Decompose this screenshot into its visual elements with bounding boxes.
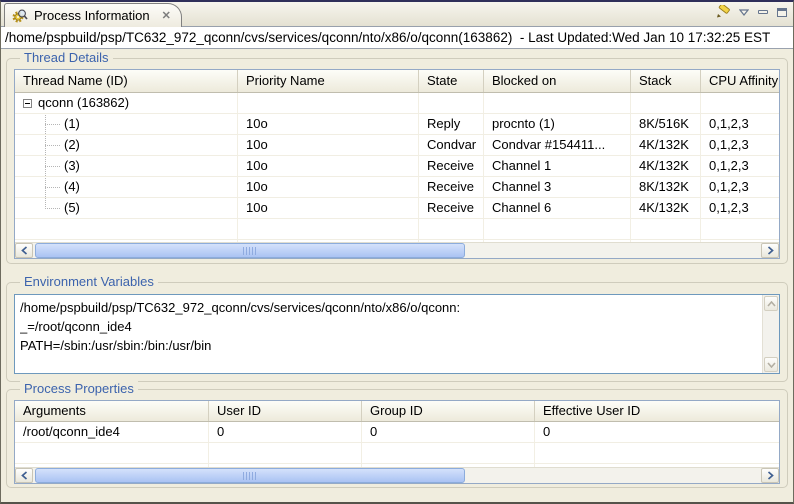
thread-cpu-affinity: 0,1,2,3 <box>701 114 779 134</box>
thread-priority: 10o <box>238 135 419 155</box>
col-group-id[interactable]: Group ID <box>362 401 535 421</box>
tree-collapse-icon[interactable] <box>23 99 32 108</box>
env-line: /home/pspbuild/psp/TC632_972_qconn/cvs/s… <box>20 298 757 317</box>
thread-name: (5) <box>15 198 238 218</box>
environment-variables-textarea[interactable]: /home/pspbuild/psp/TC632_972_qconn/cvs/s… <box>14 294 780 374</box>
group-id-value: 0 <box>362 422 535 442</box>
scroll-left-button[interactable] <box>15 243 33 258</box>
thread-priority: 10o <box>238 156 419 176</box>
view-menu-icon[interactable] <box>739 9 749 16</box>
thread-stack: 8K/132K <box>631 177 701 197</box>
thumb-grip <box>243 472 256 480</box>
scroll-left-button[interactable] <box>15 468 33 483</box>
scroll-down-button[interactable] <box>764 357 778 372</box>
scrollbar-thumb[interactable] <box>35 243 465 258</box>
view-tab-bar: Process Information ✕ <box>1 2 793 27</box>
thread-blocked-on: Channel 3 <box>484 177 631 197</box>
thread-name: (1) <box>15 114 238 134</box>
process-properties-group: Process Properties Arguments User ID Gro… <box>6 389 788 488</box>
scrollbar-track[interactable] <box>33 243 761 258</box>
thread-root-row[interactable]: qconn (163862) <box>15 93 779 114</box>
tab-close-icon[interactable]: ✕ <box>162 9 171 22</box>
thread-stack: 8K/516K <box>631 114 701 134</box>
thread-blocked-on: Condvar #154411... <box>484 135 631 155</box>
thread-state: Condvar <box>419 135 484 155</box>
environment-variables-group: Environment Variables /home/pspbuild/psp… <box>6 282 788 382</box>
highlighter-icon[interactable] <box>714 5 730 19</box>
scroll-right-button[interactable] <box>761 243 779 258</box>
thread-row-1[interactable]: (1) 10o Reply procnto (1) 8K/516K 0,1,2,… <box>15 114 779 135</box>
thread-name: (2) <box>15 135 238 155</box>
thread-stack: 4K/132K <box>631 135 701 155</box>
empty-row <box>15 443 779 464</box>
env-line: PATH=/sbin:/usr/sbin:/bin:/usr/bin <box>20 336 757 355</box>
thread-priority: 10o <box>238 177 419 197</box>
scrollbar-thumb[interactable] <box>35 468 465 483</box>
col-cpu-affinity[interactable]: CPU Affinity <box>701 70 779 92</box>
thread-row-5[interactable]: (5) 10o Receive Channel 6 4K/132K 0,1,2,… <box>15 198 779 219</box>
props-table-header: Arguments User ID Group ID Effective Use… <box>15 401 779 422</box>
maximize-icon[interactable] <box>777 8 787 17</box>
effective-user-id-value: 0 <box>535 422 779 442</box>
empty-row <box>15 219 779 240</box>
env-line: _=/root/qconn_ide4 <box>20 317 757 336</box>
thread-table-hscrollbar[interactable] <box>15 242 779 258</box>
minimize-icon[interactable] <box>758 10 768 14</box>
col-arguments[interactable]: Arguments <box>15 401 209 421</box>
view-toolbar <box>714 5 787 19</box>
thread-state: Receive <box>419 156 484 176</box>
process-properties-label: Process Properties <box>20 381 138 396</box>
col-user-id[interactable]: User ID <box>209 401 362 421</box>
thread-details-group: Thread Details Thread Name (ID) Priority… <box>6 58 788 264</box>
arguments-value: /root/qconn_ide4 <box>15 422 209 442</box>
col-thread-name[interactable]: Thread Name (ID) <box>15 70 238 92</box>
col-blocked-on[interactable]: Blocked on <box>484 70 631 92</box>
process-information-icon <box>12 8 28 24</box>
thread-stack: 4K/132K <box>631 156 701 176</box>
environment-variables-label: Environment Variables <box>20 274 158 289</box>
thread-cpu-affinity: 0,1,2,3 <box>701 135 779 155</box>
props-row-1[interactable]: /root/qconn_ide4 0 0 0 <box>15 422 779 443</box>
thread-blocked-on: Channel 1 <box>484 156 631 176</box>
process-path-text: /home/pspbuild/psp/TC632_972_qconn/cvs/s… <box>5 30 512 45</box>
process-path-bar: /home/pspbuild/psp/TC632_972_qconn/cvs/s… <box>1 27 793 49</box>
process-properties-table: Arguments User ID Group ID Effective Use… <box>14 400 780 484</box>
thread-stack: 4K/132K <box>631 198 701 218</box>
thread-blocked-on: procnto (1) <box>484 114 631 134</box>
scroll-right-button[interactable] <box>761 468 779 483</box>
thread-details-table: Thread Name (ID) Priority Name State Blo… <box>14 69 780 259</box>
tab-process-information[interactable]: Process Information ✕ <box>4 3 182 27</box>
thread-priority: 10o <box>238 114 419 134</box>
thread-table-header: Thread Name (ID) Priority Name State Blo… <box>15 70 779 93</box>
thread-details-label: Thread Details <box>20 50 113 65</box>
thread-priority: 10o <box>238 198 419 218</box>
environment-vscrollbar[interactable] <box>762 295 779 373</box>
thread-cpu-affinity: 0,1,2,3 <box>701 156 779 176</box>
process-information-view: Process Information ✕ /home/pspbuild/psp… <box>0 0 794 504</box>
thread-state: Reply <box>419 114 484 134</box>
root-node-label: qconn (163862) <box>38 93 129 113</box>
thread-name: (4) <box>15 177 238 197</box>
col-effective-user-id[interactable]: Effective User ID <box>535 401 779 421</box>
scrollbar-track[interactable] <box>33 468 761 483</box>
environment-variables-text: /home/pspbuild/psp/TC632_972_qconn/cvs/s… <box>20 298 757 355</box>
thread-row-3[interactable]: (3) 10o Receive Channel 1 4K/132K 0,1,2,… <box>15 156 779 177</box>
tab-title: Process Information <box>34 8 150 23</box>
col-stack[interactable]: Stack <box>631 70 701 92</box>
col-priority-name[interactable]: Priority Name <box>238 70 419 92</box>
thread-blocked-on: Channel 6 <box>484 198 631 218</box>
thread-cpu-affinity: 0,1,2,3 <box>701 177 779 197</box>
col-state[interactable]: State <box>419 70 484 92</box>
props-table-hscrollbar[interactable] <box>15 467 779 483</box>
thread-state: Receive <box>419 198 484 218</box>
thread-cpu-affinity: 0,1,2,3 <box>701 198 779 218</box>
scroll-up-button[interactable] <box>764 296 778 311</box>
thread-row-4[interactable]: (4) 10o Receive Channel 3 8K/132K 0,1,2,… <box>15 177 779 198</box>
user-id-value: 0 <box>209 422 362 442</box>
last-updated-text: - Last Updated:Wed Jan 10 17:32:25 EST <box>516 30 770 45</box>
thread-state: Receive <box>419 177 484 197</box>
thumb-grip <box>243 247 256 255</box>
thread-row-2[interactable]: (2) 10o Condvar Condvar #154411... 4K/13… <box>15 135 779 156</box>
thread-name: (3) <box>15 156 238 176</box>
